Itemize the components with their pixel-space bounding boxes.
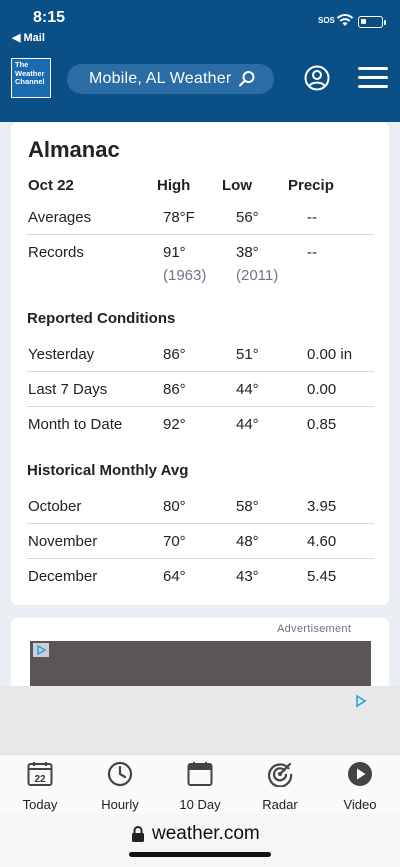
record-high: 91° xyxy=(163,244,186,261)
low-value: 51° xyxy=(236,346,259,363)
column-high: High xyxy=(157,177,191,194)
calendar-icon xyxy=(187,762,213,786)
table-row: November 70° 48° 4.60 xyxy=(27,533,374,559)
lock-icon xyxy=(132,826,144,842)
row-label: Yesterday xyxy=(28,346,95,363)
calendar-day-number: 22 xyxy=(34,774,46,785)
row-label: October xyxy=(28,498,82,515)
almanac-title: Almanac xyxy=(28,137,120,162)
low-value: 44° xyxy=(236,416,259,433)
high-value: 70° xyxy=(163,533,186,550)
column-low: Low xyxy=(222,177,252,194)
almanac-date: Oct 22 xyxy=(28,177,74,194)
advertisement-label: Advertisement xyxy=(277,623,352,635)
historical-monthly-title: Historical Monthly Avg xyxy=(27,462,189,479)
wifi-icon xyxy=(336,14,354,26)
table-row: Yesterday 86° 51° 0.00 in xyxy=(27,346,374,372)
table-row: Last 7 Days 86° 44° 0.00 xyxy=(27,381,374,407)
low-value: 44° xyxy=(236,381,259,398)
high-value: 91° (1963) xyxy=(163,244,206,284)
app-header: 8:15 ◀ Mail SOS The Weather Channel Mobi… xyxy=(0,0,400,122)
precip-value: 0.00 xyxy=(307,381,337,398)
nav-10day[interactable]: 10 Day xyxy=(165,761,235,812)
calendar-day-icon: 22 xyxy=(27,762,53,786)
high-value: 86° xyxy=(163,346,186,363)
row-label: December xyxy=(28,568,98,585)
clock-icon xyxy=(107,761,133,787)
high-value: 86° xyxy=(163,381,186,398)
sos-indicator: SOS xyxy=(318,16,335,25)
row-label: Records xyxy=(28,244,84,261)
nav-label: Hourly xyxy=(101,797,139,812)
low-value: 48° xyxy=(236,533,259,550)
precip-value: 4.60 xyxy=(307,533,337,550)
almanac-header-row: Oct 22 High Low Precip xyxy=(27,177,374,211)
row-label: Last 7 Days xyxy=(28,381,108,398)
profile-icon[interactable] xyxy=(304,65,330,91)
record-low-year: (2011) xyxy=(236,267,279,284)
record-high-year: (1963) xyxy=(163,267,207,284)
adchoices-icon[interactable] xyxy=(353,694,369,708)
high-value: 92° xyxy=(163,416,186,433)
weather-channel-logo[interactable]: The Weather Channel xyxy=(11,58,51,98)
home-indicator[interactable] xyxy=(129,852,271,857)
battery-icon xyxy=(358,16,383,28)
precip-value: 5.45 xyxy=(307,568,337,585)
low-value: 43° xyxy=(236,568,259,585)
nav-today[interactable]: 22 Today xyxy=(5,761,75,812)
url-text: weather.com xyxy=(152,823,260,844)
location-search-bar[interactable]: Mobile, AL Weather xyxy=(67,64,274,94)
advertisement-block: Advertisement xyxy=(11,618,389,688)
banner-ad[interactable] xyxy=(0,686,400,754)
status-bar: 8:15 ◀ Mail SOS xyxy=(0,0,400,48)
play-icon xyxy=(348,762,372,786)
precip-value: 3.95 xyxy=(307,498,337,515)
radar-icon xyxy=(268,762,293,788)
back-to-mail-link[interactable]: ◀ Mail xyxy=(12,31,45,44)
location-search-label: Mobile, AL Weather xyxy=(89,70,232,87)
averages-row: Averages 78°F 56° -- xyxy=(27,209,374,235)
browser-url-bar[interactable]: weather.com xyxy=(0,814,400,867)
table-row: Month to Date 92° 44° 0.85 xyxy=(27,416,374,442)
nav-label: Video xyxy=(343,797,377,812)
nav-label: Today xyxy=(22,797,58,812)
precip-value: -- xyxy=(307,244,317,261)
adchoices-icon[interactable] xyxy=(33,643,49,657)
nav-video[interactable]: Video xyxy=(325,761,395,812)
row-label: November xyxy=(28,533,98,550)
almanac-card: Almanac Oct 22 High Low Precip Averages … xyxy=(11,122,389,605)
status-time: 8:15 xyxy=(33,9,66,26)
table-row: October 80° 58° 3.95 xyxy=(27,498,374,524)
nav-label: Radar xyxy=(262,797,298,812)
precip-value: -- xyxy=(307,209,317,226)
search-icon[interactable] xyxy=(238,70,256,88)
high-value: 64° xyxy=(163,568,186,585)
high-value: 78°F xyxy=(163,209,195,226)
records-row: Records 91° (1963) 38° (2011) -- xyxy=(27,244,374,294)
nav-hourly[interactable]: Hourly xyxy=(85,761,155,812)
precip-value: 0.00 in xyxy=(307,346,353,363)
reported-conditions-title: Reported Conditions xyxy=(27,310,176,327)
low-value: 56° xyxy=(236,209,259,226)
row-label: Averages xyxy=(28,209,92,226)
low-value: 38° (2011) xyxy=(236,244,278,284)
bottom-nav: 22 Today Hourly 10 Day Radar Video xyxy=(0,754,400,814)
battery-tip xyxy=(384,20,386,25)
hamburger-menu-icon[interactable] xyxy=(358,67,388,89)
logo-word: Channel xyxy=(15,77,45,86)
nav-radar[interactable]: Radar xyxy=(245,761,315,812)
precip-value: 0.85 xyxy=(307,416,337,433)
low-value: 58° xyxy=(236,498,259,515)
row-label: Month to Date xyxy=(28,416,123,433)
nav-label: 10 Day xyxy=(179,797,221,812)
ad-image[interactable] xyxy=(30,641,371,688)
table-row: December 64° 43° 5.45 xyxy=(27,568,374,594)
column-precip: Precip xyxy=(288,177,334,194)
high-value: 80° xyxy=(163,498,186,515)
record-low: 38° xyxy=(236,244,259,261)
